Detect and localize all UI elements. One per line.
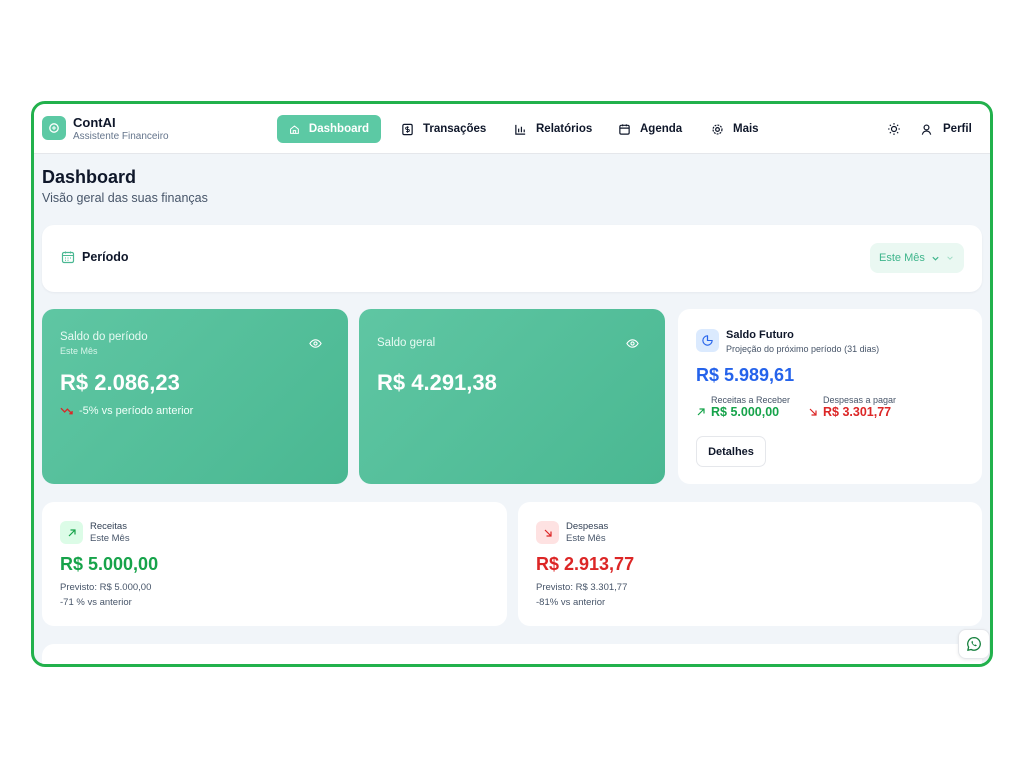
saldo-geral-card: Saldo geral R$ 4.291,38 [359, 309, 665, 484]
nav-relatorios[interactable]: Relatórios [502, 115, 604, 143]
despesas-a-pagar-row: R$ 3.301,77 [808, 405, 896, 419]
nav-transacoes[interactable]: Transações [389, 115, 498, 143]
detalhes-button[interactable]: Detalhes [696, 436, 766, 467]
receitas-a-receber-row: R$ 5.000,00 [696, 405, 790, 419]
nav-mais[interactable]: Mais [699, 115, 771, 143]
saldo-periodo-subtitle: Este Mês [60, 346, 98, 356]
app-frame: ContAI Assistente Financeiro Dashboard T… [31, 101, 993, 667]
chevron-down-icon [932, 256, 939, 261]
sun-icon[interactable] [887, 122, 901, 136]
nav-agenda-label: Agenda [640, 123, 683, 135]
nav-relatorios-label: Relatórios [536, 123, 593, 135]
user-icon [921, 123, 932, 135]
receitas-a-receber: Receitas a Receber R$ 5.000,00 [696, 395, 790, 419]
brand-name: ContAI [73, 115, 116, 130]
whatsapp-button[interactable] [958, 629, 990, 659]
logo-icon [42, 116, 66, 140]
saldo-periodo-trend-text: -5% vs período anterior [79, 405, 194, 417]
bottom-card [42, 644, 982, 664]
arrow-down-right-icon [536, 521, 559, 544]
saldo-futuro-value: R$ 5.989,61 [696, 365, 795, 385]
bar-chart-icon [515, 124, 526, 135]
despesas-title: Despesas [566, 521, 609, 532]
whatsapp-icon [967, 636, 981, 651]
despesas-value: R$ 2.913,77 [536, 554, 635, 574]
receitas-a-receber-value: R$ 5.000,00 [711, 405, 780, 419]
calendar-icon [61, 251, 75, 264]
despesas-card: Despesas Este Mês R$ 2.913,77 Previsto: … [518, 502, 982, 626]
saldo-periodo-value: R$ 2.086,23 [60, 370, 180, 395]
trending-down-icon [60, 407, 73, 415]
receitas-previsto: Previsto: R$ 5.000,00 [60, 582, 152, 593]
despesas-a-pagar-label: Despesas a pagar [823, 395, 897, 405]
page-subtitle: Visão geral das suas finanças [42, 191, 208, 205]
despesas-subtitle: Este Mês [566, 533, 606, 544]
chevron-down-icon [947, 256, 953, 260]
receitas-title: Receitas [90, 521, 127, 532]
gear-icon [712, 123, 723, 135]
saldo-futuro-card: Saldo Futuro Projeção do próximo período… [678, 309, 982, 484]
saldo-futuro-subtitle: Projeção do próximo período (31 dias) [726, 344, 880, 354]
receitas-comparison: -71 % vs anterior [60, 597, 132, 608]
top-header: ContAI Assistente Financeiro Dashboard T… [34, 104, 990, 154]
period-card: Período Este Mês [42, 225, 982, 292]
nav-transacoes-label: Transações [423, 123, 487, 135]
period-select[interactable]: Este Mês [870, 243, 964, 273]
nav-dashboard[interactable]: Dashboard [277, 115, 381, 143]
profile-label: Perfil [943, 123, 972, 135]
dollar-doc-icon [402, 123, 413, 135]
despesas-comparison: -81% vs anterior [536, 597, 606, 608]
period-select-value: Este Mês [879, 252, 925, 264]
nav-agenda[interactable]: Agenda [606, 115, 694, 143]
period-label: Período [82, 250, 129, 264]
despesas-previsto: Previsto: R$ 3.301,77 [536, 582, 628, 593]
saldo-geral-value: R$ 4.291,38 [377, 370, 497, 395]
pie-chart-icon [696, 329, 719, 352]
saldo-periodo-card: Saldo do período Este Mês R$ 2.086,23 -5… [42, 309, 348, 484]
page-title: Dashboard [42, 167, 137, 187]
receitas-value: R$ 5.000,00 [60, 554, 159, 574]
home-icon [290, 124, 299, 134]
eye-icon[interactable] [626, 337, 639, 350]
despesas-a-pagar: Despesas a pagar R$ 3.301,77 [808, 395, 896, 419]
arrow-down-right-icon [809, 408, 817, 416]
saldo-periodo-title: Saldo do período [60, 331, 148, 343]
despesas-a-pagar-value: R$ 3.301,77 [823, 405, 892, 419]
calendar-icon [619, 123, 630, 135]
profile-button[interactable]: Perfil [920, 115, 972, 143]
nav-mais-label: Mais [733, 123, 759, 135]
arrow-up-right-icon [697, 408, 705, 416]
saldo-periodo-trend: -5% vs período anterior [60, 405, 193, 417]
brand-subtitle: Assistente Financeiro [73, 131, 169, 142]
receitas-a-receber-label: Receitas a Receber [711, 395, 791, 405]
saldo-futuro-title: Saldo Futuro [726, 329, 794, 341]
receitas-card: Receitas Este Mês R$ 5.000,00 Previsto: … [42, 502, 507, 626]
eye-icon[interactable] [309, 337, 322, 350]
arrow-up-right-icon [60, 521, 83, 544]
saldo-geral-title: Saldo geral [377, 337, 436, 349]
receitas-subtitle: Este Mês [90, 533, 130, 544]
nav-dashboard-label: Dashboard [308, 123, 369, 135]
period-label-group: Período [61, 250, 129, 264]
